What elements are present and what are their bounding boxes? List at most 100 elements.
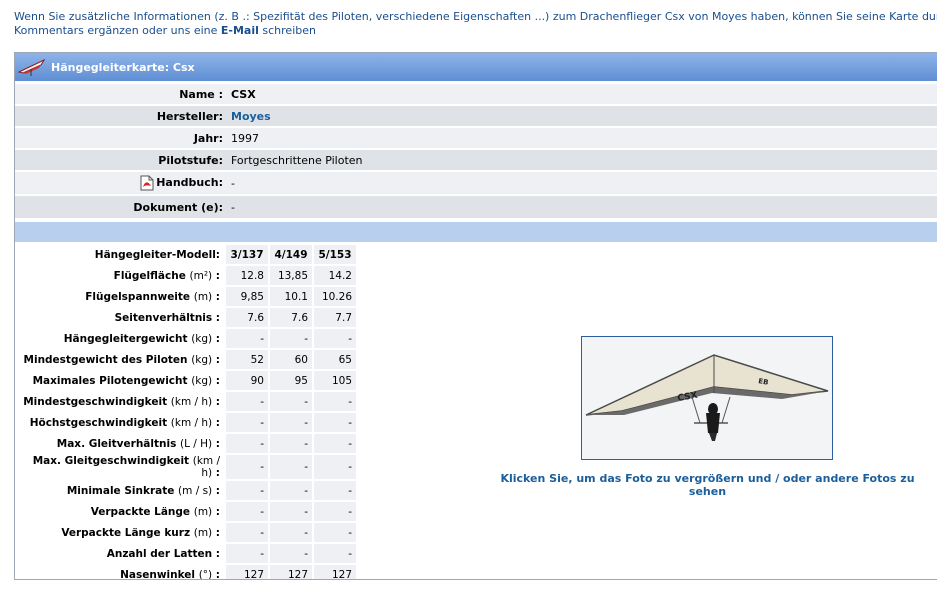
tech-row-unit: (kg) (191, 332, 213, 345)
info-label: Handbuch: (156, 176, 223, 189)
tech-cell: - (312, 502, 356, 523)
tech-row-unit: (L / H) (179, 437, 213, 450)
tech-cell: - (268, 329, 312, 350)
tech-row: Max. Gleitverhältnis (L / H) :--- (15, 434, 356, 455)
intro-line-1: Wenn Sie zusätzliche Informationen (z. B… (14, 10, 937, 23)
tech-cell: - (312, 481, 356, 502)
tech-cell: - (312, 544, 356, 565)
tech-row-label: Höchstgeschwindigkeit (29, 416, 168, 429)
tech-row: Max. Gleitgeschwindigkeit (km / h) :--- (15, 455, 356, 481)
manufacturer-link[interactable]: Moyes (231, 110, 271, 123)
info-value-pilot-level: Fortgeschrittene Piloten (227, 150, 937, 170)
info-label: Name : (15, 84, 227, 104)
info-label: Dokument (e): (15, 196, 227, 218)
tech-cell: 7.6 (224, 308, 268, 329)
tech-cell: 65 (312, 350, 356, 371)
photo-caption-link[interactable]: Klicken Sie, um das Foto zu vergrößern u… (485, 472, 930, 498)
tech-model-header: 4/149 (268, 245, 312, 266)
tech-row-label: Flügelspannweite (85, 290, 191, 303)
tech-row-unit: (m) (193, 290, 213, 303)
tech-cell: - (268, 544, 312, 565)
info-table: Name : CSX Hersteller: Moyes Jahr: 1997 … (15, 82, 937, 220)
tech-row-label: Hängegleitergewicht (63, 332, 188, 345)
tech-cell: 9,85 (224, 287, 268, 308)
tech-cell: - (312, 329, 356, 350)
tech-table: Hängegleiter-Modell: 3/137 4/149 5/153 Flüge… (15, 245, 356, 580)
tech-cell: 127 (312, 565, 356, 579)
tech-cell: 7.7 (312, 308, 356, 329)
tech-cell: 13,85 (268, 266, 312, 287)
tech-cell: - (312, 413, 356, 434)
intro-text: Wenn Sie zusätzliche Informationen (z. B… (14, 10, 937, 38)
tech-header-row: Hängegleiter-Modell: 3/137 4/149 5/153 (15, 245, 356, 266)
glider-photo[interactable]: CSX EB (581, 336, 833, 460)
glider-card: Hängegleiterkarte: Csx Name : CSX Herste… (14, 52, 937, 580)
info-value-documents: - (227, 196, 937, 218)
tech-cell: - (268, 523, 312, 544)
info-label: Pilotstufe: (15, 150, 227, 170)
info-label: Hersteller: (15, 106, 227, 126)
tech-cell: - (224, 434, 268, 455)
tech-row-unit: (m / s) (178, 484, 213, 497)
tech-row-label: Mindestgeschwindigkeit (23, 395, 168, 408)
tech-cell: 90 (224, 371, 268, 392)
tech-row: Flügelfläche (m²) :12.8 13,85 14.2 (15, 266, 356, 287)
tech-cell: 12.8 (224, 266, 268, 287)
tech-row-label: Nasenwinkel (120, 568, 196, 580)
info-row-manufacturer: Hersteller: Moyes (15, 106, 937, 126)
pdf-icon (140, 175, 154, 191)
tech-cell: 14.2 (312, 266, 356, 287)
tech-row-unit: (kg) (191, 353, 213, 366)
info-label: Jahr: (15, 128, 227, 148)
tech-cell: 127 (268, 565, 312, 579)
tech-row-unit: (m²) (189, 269, 213, 282)
tech-cell: 95 (268, 371, 312, 392)
tech-cell: - (268, 481, 312, 502)
tech-row-label: Flügelfläche (113, 269, 186, 282)
tech-cell: - (268, 455, 312, 481)
tech-row-unit: (kg) (191, 374, 213, 387)
tech-row-label: Anzahl der Latten (106, 547, 213, 560)
tech-cell: - (312, 392, 356, 413)
tech-row: Minimale Sinkrate (m / s) :--- (15, 481, 356, 502)
info-row-pilot-level: Pilotstufe: Fortgeschrittene Piloten (15, 150, 937, 170)
tech-row: Seitenverhältnis :7.6 7.6 7.7 (15, 308, 356, 329)
tech-row: Höchstgeschwindigkeit (km / h) :--- (15, 413, 356, 434)
tech-row-unit: (m) (193, 505, 213, 518)
intro-line-3: schreiben (258, 24, 316, 37)
tech-row-unit: (km / h) (170, 395, 213, 408)
tech-cell: - (224, 329, 268, 350)
hang-glider-icon (17, 58, 46, 76)
tech-row-unit: (km / h) (170, 416, 213, 429)
tech-row-unit: (km / h) (192, 455, 220, 479)
tech-cell: - (312, 455, 356, 481)
tech-row: Maximales Pilotengewicht (kg) :90 95 105 (15, 371, 356, 392)
tech-cell: - (224, 523, 268, 544)
tech-cell: - (224, 544, 268, 565)
section-divider-bar (15, 222, 937, 242)
tech-header-label: Hängegleiter-Modell: (15, 245, 224, 266)
glider-photo-image: CSX EB (582, 337, 832, 459)
tech-row-label: Minimale Sinkrate (66, 484, 175, 497)
info-value-name: CSX (231, 87, 256, 101)
tech-cell: 7.6 (268, 308, 312, 329)
tech-row-unit: (m) (193, 526, 213, 539)
tech-cell: 105 (312, 371, 356, 392)
tech-row-label: Mindestgewicht des Piloten (23, 353, 188, 366)
tech-cell: - (312, 523, 356, 544)
tech-cell: - (268, 392, 312, 413)
tech-row: Nasenwinkel (°) :127 127 127 (15, 565, 356, 580)
tech-cell: - (268, 502, 312, 523)
tech-row: Anzahl der Latten :--- (15, 544, 356, 565)
tech-cell: 10.1 (268, 287, 312, 308)
tech-row-label: Max. Gleitverhältnis (56, 437, 177, 450)
info-row-year: Jahr: 1997 (15, 128, 937, 148)
tech-cell: 60 (268, 350, 312, 371)
tech-model-header: 5/153 (312, 245, 356, 266)
email-link[interactable]: E-Mail (221, 24, 259, 37)
info-row-name: Name : CSX (15, 84, 937, 104)
tech-cell: - (268, 413, 312, 434)
tech-row: Mindestgeschwindigkeit (km / h) :--- (15, 392, 356, 413)
tech-row: Verpackte Länge kurz (m) :--- (15, 523, 356, 544)
card-title: Hängegleiterkarte: Csx (51, 60, 195, 74)
